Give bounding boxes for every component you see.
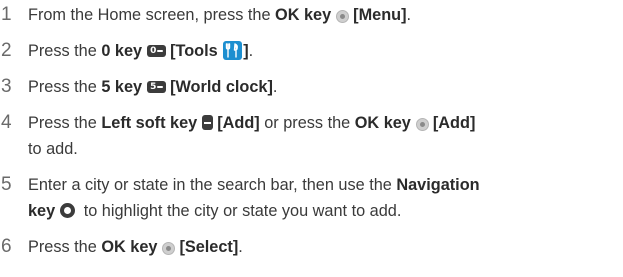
key-name: Navigation: [396, 176, 480, 194]
step-number: 5: [1, 174, 12, 195]
tools-icon: [223, 41, 243, 60]
ok-key-icon: [336, 10, 350, 23]
zero-key-icon: 0: [147, 45, 167, 57]
key-name: OK key: [275, 6, 332, 24]
step-text-continued: to add.: [28, 140, 78, 158]
left-soft-key-icon: [202, 115, 214, 130]
five-key-icon: 5: [147, 81, 167, 93]
step-number: 3: [1, 76, 12, 97]
step-text-continued: key to highlight the city or state you w…: [28, 202, 402, 220]
step-number: 4: [1, 112, 12, 133]
menu-label: [Add]: [432, 114, 476, 132]
menu-label: [Select]: [179, 238, 239, 256]
menu-label: [World clock]: [170, 78, 273, 96]
step-text: Press the 0 key 0 [Tools ].: [28, 41, 254, 60]
menu-label: [Add]: [217, 114, 260, 132]
step-text: Press the 5 key 5 [World clock].: [28, 78, 278, 96]
navigation-key-icon: [60, 203, 76, 218]
menu-label: [Tools: [170, 42, 223, 60]
key-name: key: [28, 202, 56, 220]
ok-key-icon: [162, 242, 176, 255]
step-number: 1: [1, 4, 12, 25]
step-number: 2: [1, 40, 12, 61]
step-text: Press the OK key [Select].: [28, 238, 243, 256]
step-text: Enter a city or state in the search bar,…: [28, 176, 480, 194]
step-text: From the Home screen, press the OK key [M…: [28, 6, 412, 24]
ok-key-icon: [415, 118, 429, 131]
step-text: Press the Left soft key [Add] or press th…: [28, 114, 476, 132]
key-name: OK key: [354, 114, 411, 132]
step-number: 6: [1, 236, 12, 257]
key-name: 5 key: [101, 78, 143, 96]
key-name: Left soft key: [101, 114, 198, 132]
key-name: 0 key: [101, 42, 143, 60]
key-name: OK key: [101, 238, 158, 256]
menu-label: [Menu]: [353, 6, 407, 24]
